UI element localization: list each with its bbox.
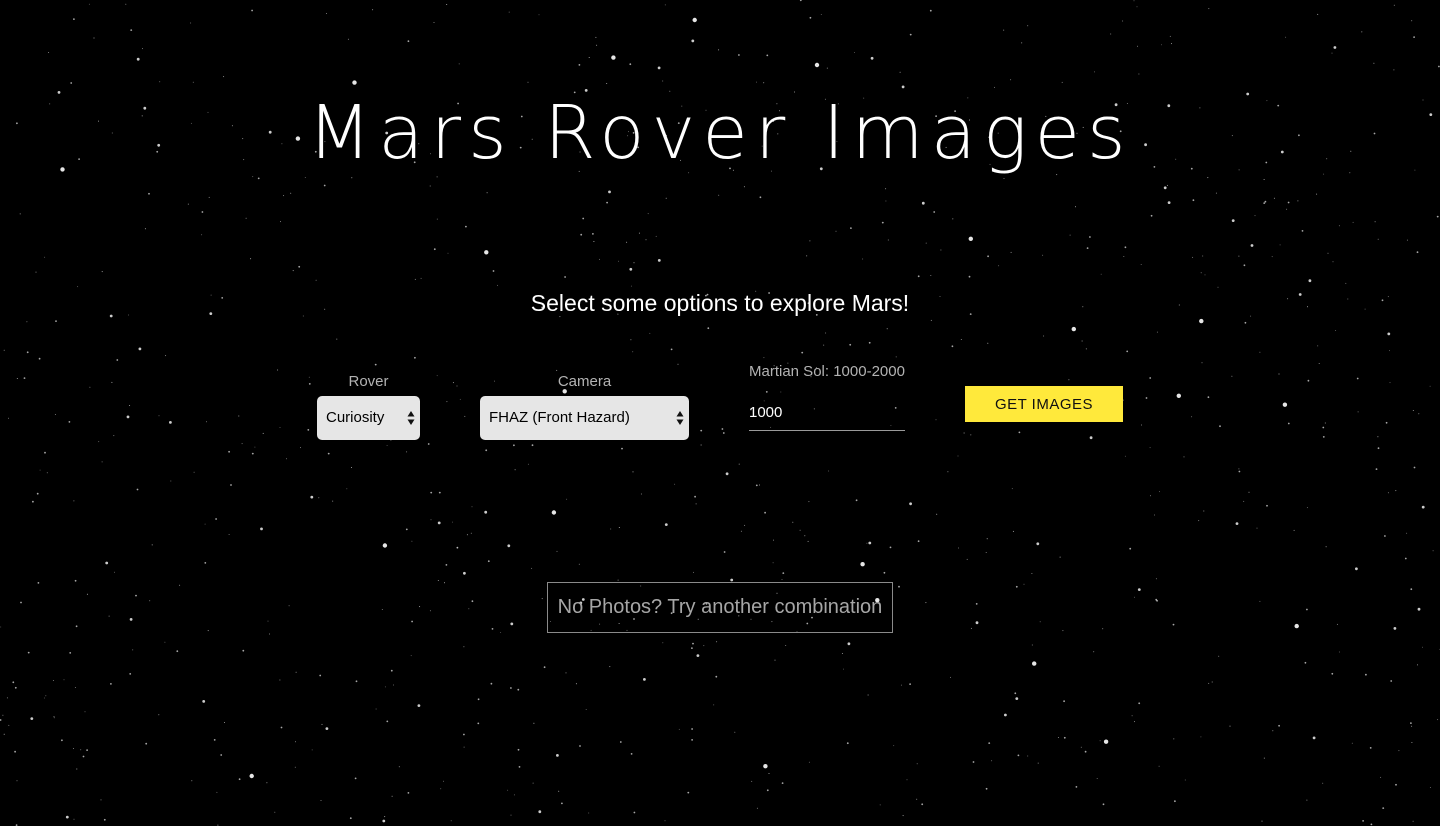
rover-label: Rover [348,373,389,390]
no-photos-message: No Photos? Try another combination [547,582,893,633]
page-title: Mars Rover Images [307,90,1133,176]
sol-input[interactable] [749,394,905,431]
rover-select[interactable]: Curiosity [317,396,420,440]
sol-label: Martian Sol: 1000-2000 [749,363,905,380]
chevron-up-down-icon [407,411,415,425]
chevron-up-down-icon [676,411,684,425]
page-subtitle: Select some options to explore Mars! [530,290,910,316]
rover-select-value: Curiosity [326,409,385,426]
camera-select[interactable]: FHAZ (Front Hazard) [480,396,689,440]
get-images-button[interactable]: GET IMAGES [965,386,1123,422]
page: Mars Rover Images Select some options to… [0,0,1440,826]
camera-select-value: FHAZ (Front Hazard) [489,409,630,426]
camera-label: Camera [557,373,612,390]
